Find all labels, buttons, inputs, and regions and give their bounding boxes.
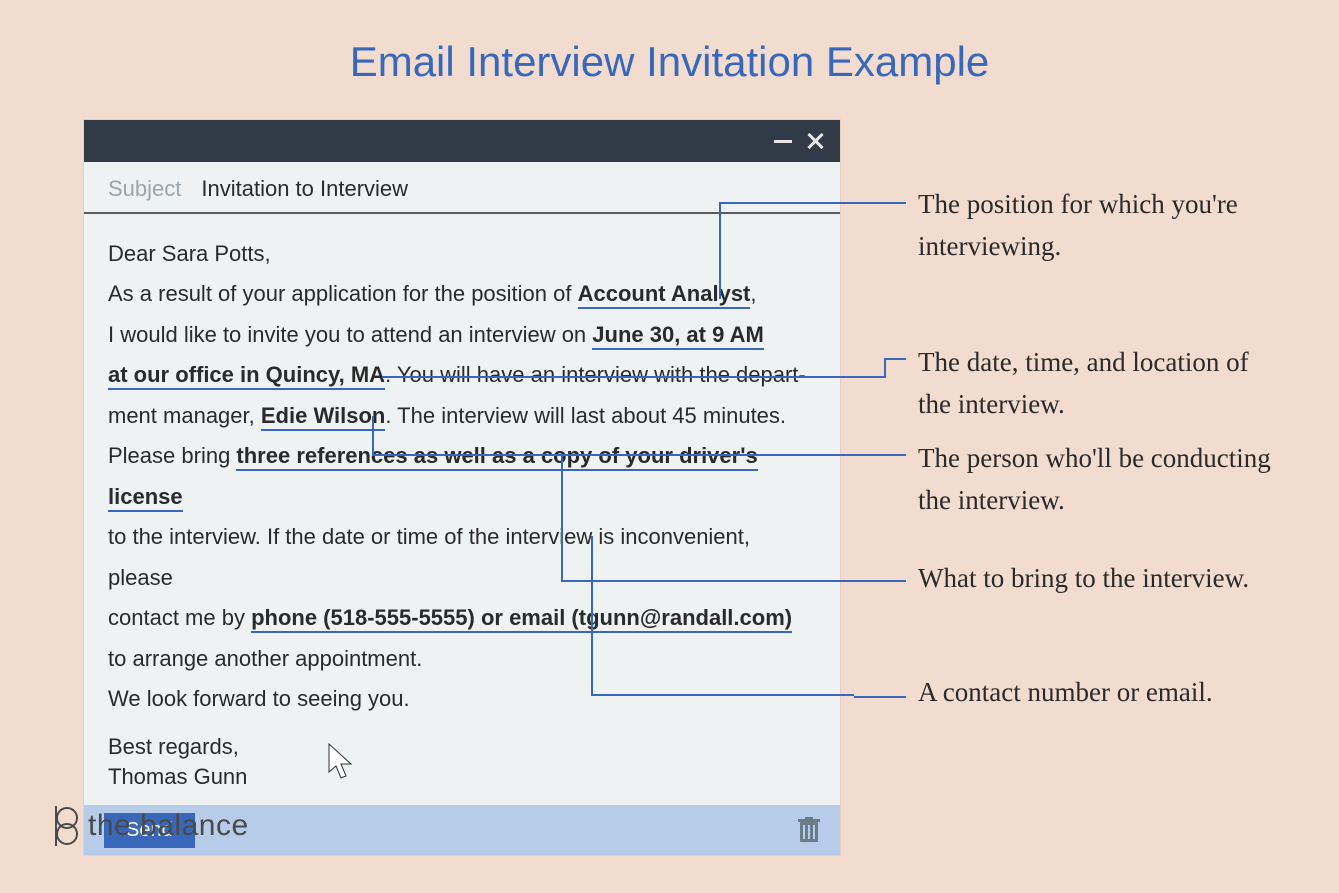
brand-logo: the balance	[50, 806, 249, 846]
body-text: I would like to invite you to attend an …	[108, 322, 592, 347]
leader-line	[854, 696, 906, 698]
body-line: to the interview. If the date or time of…	[108, 517, 816, 598]
body-line: to arrange another appointment.	[108, 639, 816, 679]
annotation-position: The position for which you're interviewi…	[918, 184, 1278, 268]
annotation-datetime: The date, time, and location of the inte…	[918, 342, 1278, 426]
body-line: As a result of your application for the …	[108, 274, 816, 314]
body-text: Please bring	[108, 443, 236, 468]
highlight-datetime: June 30, at 9 AM	[592, 322, 764, 350]
window-title-bar	[84, 120, 840, 162]
leader-line	[884, 202, 906, 204]
highlight-position: Account Analyst	[578, 281, 751, 309]
body-line: I would like to invite you to attend an …	[108, 315, 816, 355]
trash-icon[interactable]	[798, 817, 820, 843]
close-icon[interactable]	[806, 132, 824, 150]
body-text: ment manager,	[108, 403, 261, 428]
annotation-contact: A contact number or email.	[918, 672, 1213, 714]
subject-label: Subject	[108, 176, 181, 202]
highlight-location: at our office in Quincy, MA	[108, 362, 385, 390]
greeting: Dear Sara Potts,	[108, 234, 816, 274]
body-text: . The interview will last about 45 minut…	[385, 403, 786, 428]
annotation-bring: What to bring to the interview.	[918, 558, 1249, 600]
page-title: Email Interview Invitation Example	[0, 0, 1339, 86]
leader-line	[884, 454, 906, 456]
highlight-interviewer: Edie Wilson	[261, 403, 385, 431]
signature: Best regards, Thomas Gunn	[108, 732, 816, 794]
body-line: Please bring three references as well as…	[108, 436, 816, 517]
sig-line: Best regards,	[108, 732, 816, 763]
subject-row: Subject Invitation to Interview	[84, 162, 840, 214]
subject-input[interactable]: Invitation to Interview	[201, 176, 408, 202]
leader-line	[884, 358, 906, 378]
body-text: contact me by	[108, 605, 251, 630]
brand-name: the balance	[88, 809, 249, 843]
body-line: ment manager, Edie Wilson. The interview…	[108, 396, 816, 436]
body-line: at our office in Quincy, MA. You will ha…	[108, 355, 816, 395]
body-line: We look forward to seeing you.	[108, 679, 816, 719]
highlight-contact: phone (518-555-5555) or email (tgunn@ran…	[251, 605, 792, 633]
minimize-icon[interactable]	[774, 140, 792, 143]
body-text: . You will have an interview with the de…	[385, 362, 806, 387]
email-body[interactable]: Dear Sara Potts, As a result of your app…	[84, 214, 840, 805]
body-text: ,	[750, 281, 756, 306]
brand-icon	[50, 806, 80, 846]
sig-line: Thomas Gunn	[108, 762, 816, 793]
annotation-interviewer: The person who'll be conducting the inte…	[918, 438, 1278, 522]
email-compose-window: Subject Invitation to Interview Dear Sar…	[84, 120, 840, 855]
body-line: contact me by phone (518-555-5555) or em…	[108, 598, 816, 638]
body-text: As a result of your application for the …	[108, 281, 578, 306]
